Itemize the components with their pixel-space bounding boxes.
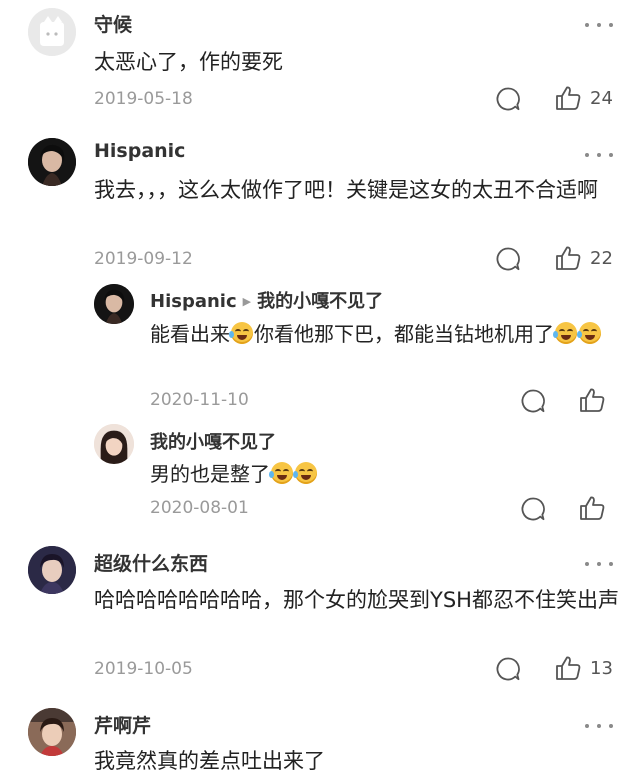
- reply-text: 能看出来 你看他那下巴，都能当钻地机用了: [150, 318, 610, 350]
- reply-username[interactable]: Hispanic: [150, 291, 237, 312]
- comment-text: 哈哈哈哈哈哈哈哈，那个女的尬哭到YSH都忍不住笑出声: [94, 588, 619, 612]
- laughing-tears-emoji: [553, 322, 577, 344]
- thumbs-up-icon[interactable]: [554, 654, 582, 682]
- more-dots-icon[interactable]: [585, 20, 613, 30]
- laughing-tears-emoji: [269, 462, 293, 484]
- comment-date: 2019-10-05: [94, 659, 193, 679]
- user-photo-icon: [28, 708, 76, 756]
- reply-bubble-icon[interactable]: [495, 246, 521, 272]
- laughing-tears-emoji: [229, 322, 253, 344]
- comment-text: 我竟然真的差点吐出来了: [94, 749, 325, 773]
- reply-text: 男的也是整了: [150, 458, 610, 490]
- comment-username[interactable]: 超级什么东西: [94, 549, 208, 576]
- comment-text: 太恶心了，作的要死: [94, 50, 283, 74]
- reply-bubble-icon[interactable]: [495, 86, 521, 112]
- avatar[interactable]: [28, 708, 76, 756]
- avatar[interactable]: [28, 546, 76, 594]
- reply-date: 2020-11-10: [150, 390, 249, 410]
- reply-bubble-icon[interactable]: [495, 656, 521, 682]
- thumbs-up-icon[interactable]: [554, 244, 582, 272]
- thumbs-up-icon[interactable]: [554, 84, 582, 112]
- avatar[interactable]: [28, 8, 76, 56]
- like-count: 24: [590, 88, 613, 109]
- user-photo-icon: [28, 546, 76, 594]
- user-photo-icon: [28, 138, 76, 186]
- laughing-tears-emoji: [293, 462, 317, 484]
- more-dots-icon[interactable]: [585, 559, 613, 569]
- comment-username[interactable]: 守候: [94, 10, 132, 37]
- reply-bubble-icon[interactable]: [520, 388, 546, 414]
- laughing-tears-emoji: [577, 322, 601, 344]
- reply-date: 2020-08-01: [150, 498, 249, 518]
- avatar[interactable]: [94, 284, 134, 324]
- comment-username[interactable]: 芹啊芹: [94, 711, 151, 738]
- default-avatar-icon: [28, 8, 76, 56]
- reply-header: Hispanic ▶ 我的小嘎不见了: [150, 287, 383, 313]
- comment-date: 2019-05-18: [94, 89, 193, 109]
- reply-arrow-icon: ▶: [242, 295, 252, 308]
- like-count: 22: [590, 248, 613, 269]
- reply-bubble-icon[interactable]: [520, 496, 546, 522]
- comment-text: 我去，，，这么太做作了吧！关键是这女的太丑不合适啊: [94, 178, 598, 202]
- avatar[interactable]: [94, 424, 134, 464]
- comment-date: 2019-09-12: [94, 249, 193, 269]
- user-photo-icon: [94, 424, 134, 464]
- reply-target-username[interactable]: 我的小嘎不见了: [257, 291, 383, 312]
- comment-username[interactable]: Hispanic: [94, 140, 185, 162]
- thumbs-up-icon[interactable]: [578, 494, 606, 522]
- reply-username[interactable]: 我的小嘎不见了: [150, 428, 276, 454]
- thumbs-up-icon[interactable]: [578, 386, 606, 414]
- user-photo-icon: [94, 284, 134, 324]
- more-dots-icon[interactable]: [585, 721, 613, 731]
- avatar[interactable]: [28, 138, 76, 186]
- more-dots-icon[interactable]: [585, 150, 613, 160]
- like-count: 13: [590, 658, 613, 679]
